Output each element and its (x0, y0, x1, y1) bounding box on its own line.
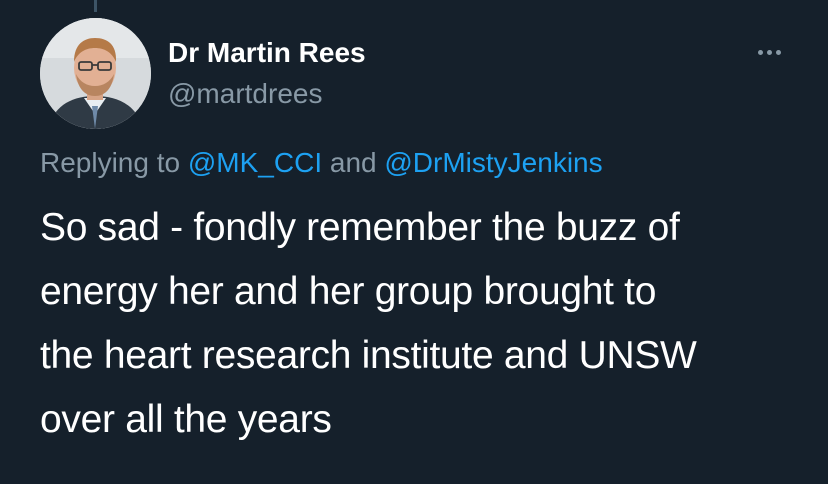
replying-to-line: Replying to @MK_CCI and @DrMistyJenkins (40, 146, 603, 180)
mention-link-mk-cci[interactable]: @MK_CCI (188, 147, 322, 178)
tweet-text-line: over all the years (40, 398, 332, 441)
tweet-text: So sad - fondly remember the buzz of ener… (40, 196, 800, 452)
avatar-image (40, 18, 151, 129)
tweet-text-line: the heart research institute and UNSW (40, 334, 697, 377)
more-horizontal-icon (757, 49, 781, 55)
author-display-name[interactable]: Dr Martin Rees (168, 36, 366, 70)
replying-to-label: Replying to (40, 147, 188, 178)
mention-link-drmistyjenkins[interactable]: @DrMistyJenkins (384, 147, 602, 178)
thread-connector-line (94, 0, 97, 12)
more-options-button[interactable] (748, 40, 790, 64)
tweet-text-line: energy her and her group brought to (40, 270, 657, 313)
avatar[interactable] (40, 18, 151, 129)
tweet-text-line: So sad - fondly remember the buzz of (40, 206, 680, 249)
replying-to-joiner: and (322, 147, 385, 178)
author-handle[interactable]: @martdrees (168, 77, 322, 111)
